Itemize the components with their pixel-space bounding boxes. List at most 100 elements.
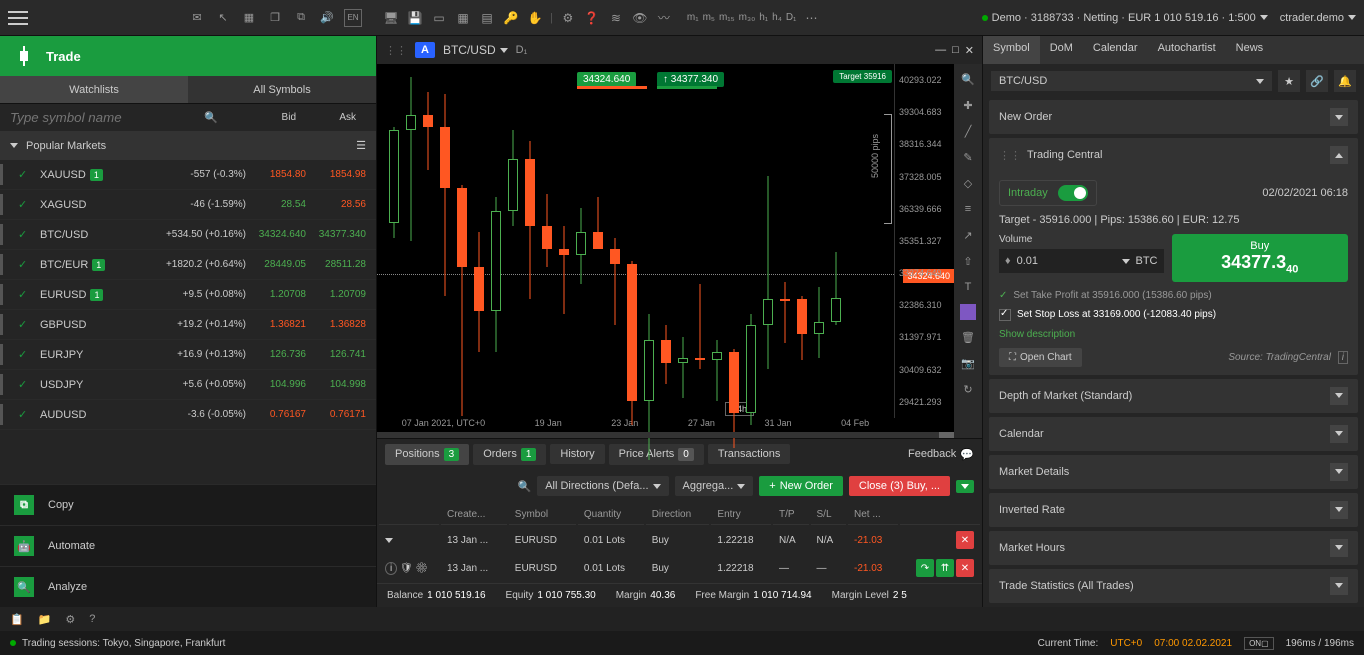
watchlist-row[interactable]: ✓ EURUSD 1 +9.5 (+0.08%) 1.20708 1.20709 — [0, 280, 376, 310]
four-chart-icon[interactable]: ▦ — [454, 9, 472, 27]
tab-dom[interactable]: DoM — [1040, 36, 1083, 64]
chart-timeframe[interactable]: D₁ — [516, 44, 528, 56]
sound-icon[interactable]: 🔊 — [318, 9, 336, 27]
search-icon[interactable]: 🔍 — [204, 111, 218, 124]
show-description-link[interactable]: Show description — [999, 329, 1348, 340]
column-header[interactable]: T/P — [773, 505, 808, 525]
section-popular-markets[interactable]: Popular Markets ☰ — [0, 131, 376, 160]
tf-d1[interactable]: D₁ — [786, 12, 797, 23]
menu-icon[interactable] — [8, 11, 28, 25]
tab-watchlists[interactable]: Watchlists — [0, 76, 188, 104]
eye-icon[interactable]: 👁 — [631, 9, 649, 27]
directions-filter[interactable]: All Directions (Defa... — [537, 476, 668, 496]
shield-icon[interactable]: 🛡 — [400, 563, 413, 574]
layers-icon[interactable]: ≋ — [607, 9, 625, 27]
section-inverted[interactable]: Inverted Rate — [989, 493, 1358, 527]
position-row[interactable]: 13 Jan ...EURUSD0.01 LotsBuy1.22218N/AN/… — [379, 527, 980, 553]
watchlist-row[interactable]: ✓ EURJPY +16.9 (+0.13%) 126.736 126.741 — [0, 340, 376, 370]
tab-transactions[interactable]: Transactions — [708, 444, 791, 464]
section-market-details[interactable]: Market Details — [989, 455, 1358, 489]
automate-button[interactable]: 🤖 Automate — [0, 525, 376, 566]
column-header[interactable]: Symbol — [509, 505, 576, 525]
gear-icon[interactable]: ⚙ — [416, 563, 429, 574]
refresh-icon[interactable]: ↻ — [959, 380, 977, 398]
buy-button[interactable]: Buy 34377.340 — [1172, 234, 1349, 282]
tab-autochartist[interactable]: Autochartist — [1148, 36, 1226, 64]
fib-icon[interactable]: ≡ — [959, 200, 977, 218]
crosshair-icon[interactable]: ✚ — [959, 96, 977, 114]
watchlist-row[interactable]: ✓ XAUUSD 1 -557 (-0.3%) 1854.80 1854.98 — [0, 160, 376, 190]
tf-m1[interactable]: m₁ — [687, 12, 699, 23]
watchlist-row[interactable]: ✓ USDJPY +5.6 (+0.05%) 104.996 104.998 — [0, 370, 376, 400]
help-icon[interactable]: ? — [89, 613, 95, 625]
double-button[interactable]: ⇈ — [936, 559, 954, 577]
utc-label[interactable]: UTC+0 — [1110, 638, 1142, 649]
copy-button[interactable]: ⧉ Copy — [0, 484, 376, 525]
position-row[interactable]: i 🛡 ⚙13 Jan ...EURUSD0.01 LotsBuy1.22218… — [379, 555, 980, 581]
tf-m30[interactable]: m₃₀ — [739, 12, 756, 23]
section-new-order[interactable]: New Order — [989, 100, 1358, 134]
chart-scrollbar[interactable] — [377, 432, 954, 438]
section-depth[interactable]: Depth of Market (Standard) — [989, 379, 1358, 413]
maximize-icon[interactable]: □ — [952, 44, 959, 57]
window-icon[interactable]: ❐ — [266, 9, 284, 27]
line-icon[interactable]: ╱ — [959, 122, 977, 140]
grip-icon[interactable]: ⋮⋮ — [385, 44, 407, 57]
analyze-button[interactable]: 🔍 Analyze — [0, 566, 376, 607]
column-header[interactable]: Net ... — [848, 505, 898, 525]
close-dropdown[interactable] — [956, 480, 974, 493]
symbol-search-input[interactable] — [10, 110, 196, 125]
info-icon[interactable]: i — [385, 562, 397, 575]
search-icon[interactable]: 🔍 — [959, 70, 977, 88]
volume-input[interactable]: ♦ 0.01 BTC — [999, 249, 1164, 273]
watchlist-row[interactable]: ✓ XAGUSD -46 (-1.59%) 28.54 28.56 — [0, 190, 376, 220]
toggle-icon[interactable]: ON▢ — [1244, 637, 1274, 650]
aggregate-filter[interactable]: Aggrega... — [675, 476, 754, 496]
reverse-button[interactable]: ↷ — [916, 559, 934, 577]
text-icon[interactable]: T — [959, 278, 977, 296]
column-header[interactable]: Create... — [441, 505, 507, 525]
close-position-button[interactable]: ✕ — [956, 559, 974, 577]
server-selector[interactable]: ctrader.demo — [1280, 12, 1356, 24]
search-icon[interactable]: 🔍 — [517, 480, 531, 493]
gear-icon[interactable]: ⚙ — [65, 613, 75, 626]
tab-calendar[interactable]: Calendar — [1083, 36, 1148, 64]
close-position-button[interactable]: ✕ — [956, 531, 974, 549]
shapes-icon[interactable]: ◇ — [959, 174, 977, 192]
more-icon[interactable]: ⋯ — [802, 9, 820, 27]
intraday-toggle[interactable] — [1058, 185, 1088, 201]
up-icon[interactable]: ⇧ — [959, 252, 977, 270]
column-header[interactable]: Direction — [646, 505, 710, 525]
help2-icon[interactable]: ❓ — [583, 9, 601, 27]
monitor-icon[interactable]: 🖥 — [382, 9, 400, 27]
mail-icon[interactable]: ✉ — [188, 9, 206, 27]
watchlist-row[interactable]: ✓ AUDUSD -3.6 (-0.05%) 0.76167 0.76171 — [0, 400, 376, 430]
tf-h1[interactable]: h₁ — [759, 12, 768, 23]
info-icon[interactable]: i — [1338, 351, 1348, 364]
camera-icon[interactable]: 📷 — [959, 354, 977, 372]
tab-news[interactable]: News — [1226, 36, 1274, 64]
brush-icon[interactable]: ✎ — [959, 148, 977, 166]
open-chart-button[interactable]: ⛶ Open Chart — [999, 348, 1082, 367]
tab-symbol[interactable]: Symbol — [983, 36, 1040, 64]
layout-badge[interactable]: A — [415, 42, 435, 58]
tf-m5[interactable]: m₅ — [703, 12, 715, 23]
trash-icon[interactable]: 🗑 — [959, 328, 977, 346]
folder-icon[interactable]: 📁 — [38, 613, 52, 626]
column-header[interactable]: Entry — [711, 505, 771, 525]
link-icon[interactable]: 🔗 — [1306, 70, 1328, 92]
section-hours[interactable]: Market Hours — [989, 531, 1358, 565]
account-selector[interactable]: Demo · 3188733 · Netting · EUR 1 010 519… — [982, 12, 1268, 24]
lang-icon[interactable]: EN — [344, 9, 362, 27]
tab-positions[interactable]: Positions 3 — [385, 444, 469, 465]
wave-icon[interactable]: 〰 — [655, 9, 673, 27]
menu-icon[interactable]: ☰ — [356, 139, 366, 152]
grid-chart-icon[interactable]: ▤ — [478, 9, 496, 27]
settings-icon[interactable]: ⚙ — [559, 9, 577, 27]
tab-price-alerts[interactable]: Price Alerts 0 — [609, 444, 704, 465]
column-header[interactable]: S/L — [811, 505, 846, 525]
new-order-button[interactable]: + New Order — [759, 476, 843, 496]
watchlist-row[interactable]: ✓ GBPUSD +19.2 (+0.14%) 1.36821 1.36828 — [0, 310, 376, 340]
column-header[interactable]: Quantity — [578, 505, 644, 525]
bell-icon[interactable]: 🔔 — [1334, 70, 1356, 92]
